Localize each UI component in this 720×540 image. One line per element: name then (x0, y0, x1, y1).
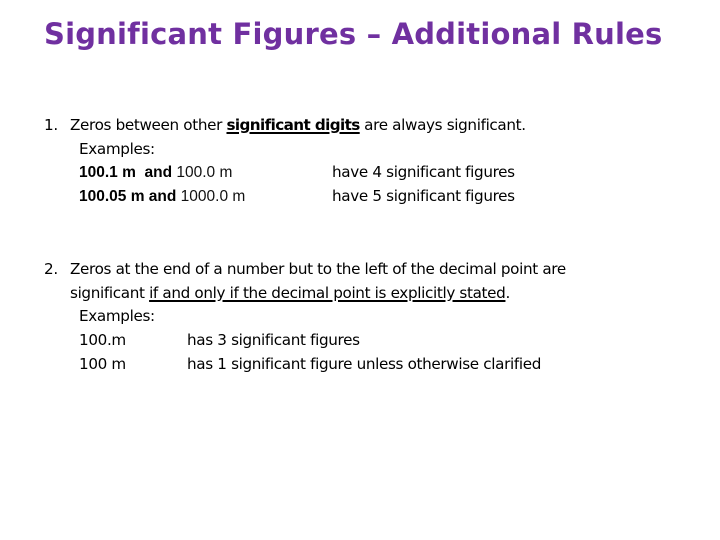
rule-2-text-before: significant (70, 284, 150, 302)
rule-1-examples-label: Examples: (79, 140, 155, 158)
rule-2-example-1-value: 100.m (79, 331, 126, 349)
slide-title: Significant Figures – Additional Rules (44, 17, 663, 51)
rule-2-statement-line-2: significant if and only if the decimal p… (70, 283, 510, 303)
rule-1-text-before: Zeros between other (70, 116, 227, 134)
example-regular-value: 1000.0 m (180, 188, 246, 205)
rule-2-example-2-result: has 1 significant figure unless otherwis… (187, 355, 542, 373)
rule-1-statement: 1. Zeros between other significant digits… (44, 115, 526, 135)
rule-2-examples-label: Examples: (79, 307, 155, 325)
example-regular-value: 100.0 m (176, 164, 233, 181)
rule-2-text-after: . (505, 284, 510, 302)
example-bold-values: 100.1 m and (79, 164, 177, 181)
rule-1-example-2: 100.05 m and 1000.0 m (79, 186, 245, 207)
rule-1-text-after: are always significant. (359, 116, 526, 134)
rule-1-example-1: 100.1 m and 100.0 m (79, 162, 232, 183)
rule-1-example-2-result: have 5 significant figures (332, 187, 515, 205)
example-bold-values: 100.05 m and (79, 188, 181, 205)
rule-2-underlined-condition: if and only if the decimal point is expl… (149, 284, 506, 302)
rule-1-example-1-result: have 4 significant figures (332, 163, 515, 181)
rule-1-underlined-term: significant digits (226, 116, 360, 134)
rule-2-example-2-value: 100 m (79, 355, 126, 373)
rule-2-statement-line-1: 2. Zeros at the end of a number but to th… (44, 259, 566, 279)
rule-2-line-1-text: Zeros at the end of a number but to the … (70, 260, 566, 278)
rule-2-number: 2. (44, 260, 58, 278)
rule-1-number: 1. (44, 116, 58, 134)
rule-2-example-1-result: has 3 significant figures (187, 331, 360, 349)
